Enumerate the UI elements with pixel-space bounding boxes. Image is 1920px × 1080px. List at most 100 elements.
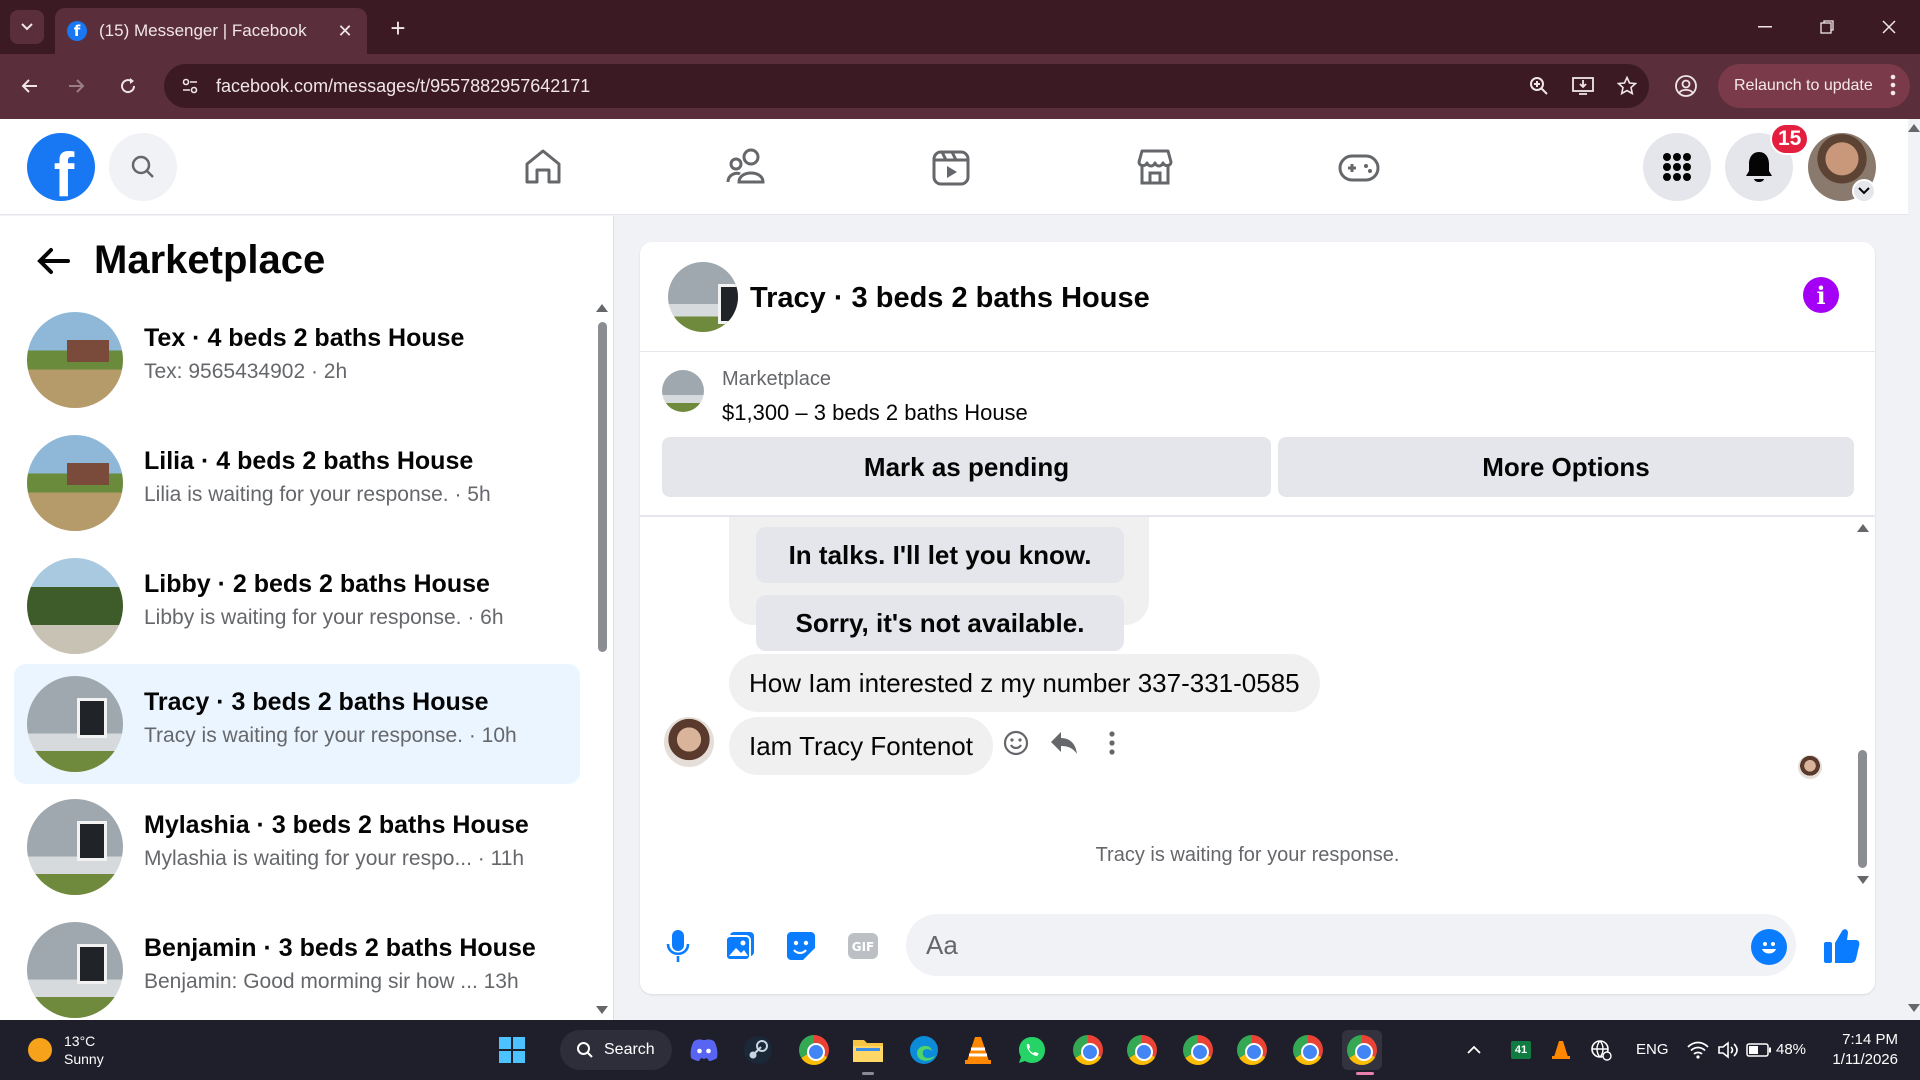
forward-button[interactable] (58, 68, 94, 104)
conversation-name: Tracy · 3 beds 2 baths House (144, 688, 489, 716)
chat-scroll-up-arrow-icon[interactable] (1857, 524, 1869, 532)
mark-as-pending-button[interactable]: Mark as pending (662, 437, 1271, 497)
windows-logo-icon (499, 1037, 525, 1063)
chrome-icon (1293, 1035, 1323, 1065)
conversation-item-lilia[interactable]: Lilia · 4 beds 2 baths House Lilia is wa… (14, 423, 580, 543)
language-indicator[interactable]: ENG (1636, 1041, 1669, 1058)
close-window-button[interactable] (1864, 8, 1914, 46)
file-explorer-app[interactable] (848, 1030, 888, 1070)
emoji-icon (1762, 942, 1776, 954)
message-bubble[interactable]: How Iam interested z my number 337-331-0… (729, 654, 1320, 712)
browser-profile-button[interactable] (1668, 68, 1704, 104)
start-button[interactable] (492, 1030, 532, 1070)
page-scroll-down-arrow-icon[interactable] (1908, 1004, 1920, 1012)
back-button[interactable] (12, 68, 48, 104)
vlc-app[interactable] (958, 1030, 998, 1070)
send-like-button[interactable] (1820, 924, 1864, 968)
conversation-item-benjamin[interactable]: Benjamin · 3 beds 2 baths House Benjamin… (14, 910, 580, 1030)
nav-video[interactable] (927, 143, 975, 191)
tab-search-button[interactable] (10, 10, 44, 44)
taskbar-search-label: Search (604, 1041, 655, 1058)
menu-button[interactable] (1643, 133, 1711, 201)
nav-gaming[interactable] (1335, 143, 1383, 191)
listing-title[interactable]: $1,300 – 3 beds 2 baths House (722, 400, 1028, 426)
message-bubble[interactable]: Iam Tracy Fontenot (729, 717, 993, 775)
chrome-profile-app[interactable] (1122, 1030, 1162, 1070)
reload-button[interactable] (110, 68, 146, 104)
reply-button[interactable] (1046, 725, 1082, 761)
gif-button[interactable]: GIF (843, 926, 883, 966)
weather-widget[interactable]: 13°C Sunny (28, 1032, 104, 1068)
minimize-button[interactable] (1740, 8, 1790, 46)
chat-scrollbar[interactable] (1858, 750, 1867, 868)
steam-app[interactable] (738, 1030, 778, 1070)
vlc-tray[interactable] (1548, 1030, 1574, 1070)
folder-icon (853, 1040, 883, 1062)
edge-app[interactable] (904, 1030, 944, 1070)
battery-status[interactable] (1744, 1030, 1774, 1070)
listing-thumbnail (27, 312, 123, 408)
install-app-button[interactable] (1561, 64, 1605, 108)
whatsapp-app[interactable] (1012, 1030, 1052, 1070)
clock-date: 1/11/2026 (1832, 1051, 1898, 1068)
site-info-icon[interactable] (180, 76, 200, 96)
message-input[interactable] (906, 914, 1796, 976)
tray-app-badge[interactable]: 41 (1508, 1030, 1534, 1070)
network-settings-tray[interactable] (1588, 1030, 1614, 1070)
bookmark-button[interactable] (1605, 64, 1649, 108)
conversation-item-tex[interactable]: Tex · 4 beds 2 baths House Tex: 95654349… (14, 300, 580, 420)
conversation-item-libby[interactable]: Libby · 2 beds 2 baths House Libby is wa… (14, 546, 580, 666)
conversation-item-tracy[interactable]: Tracy · 3 beds 2 baths House Tracy is wa… (14, 664, 580, 784)
more-actions-button[interactable] (1094, 725, 1130, 761)
zoom-button[interactable] (1517, 64, 1561, 108)
show-hidden-icons-button[interactable] (1462, 1030, 1486, 1070)
browser-tab-messenger[interactable]: f (15) Messenger | Facebook ✕ (55, 8, 367, 54)
tab-close-icon[interactable]: ✕ (331, 21, 359, 42)
sender-avatar[interactable] (664, 717, 714, 767)
zoom-icon (1530, 77, 1548, 95)
quick-reply-not-available[interactable]: Sorry, it's not available. (756, 595, 1124, 651)
facebook-logo-icon[interactable]: f (27, 133, 95, 201)
relaunch-to-update-button[interactable]: Relaunch to update (1718, 64, 1910, 108)
back-arrow-icon[interactable] (36, 246, 70, 276)
chat-scroll-down-arrow-icon[interactable] (1857, 876, 1869, 884)
conversation-info-icon[interactable]: i (1803, 277, 1839, 313)
sticker-button[interactable] (781, 926, 821, 966)
emoji-button[interactable] (1751, 929, 1787, 965)
volume-status[interactable] (1714, 1030, 1742, 1070)
nav-home[interactable] (519, 143, 567, 191)
nav-friends[interactable] (723, 143, 771, 191)
chat-title[interactable]: Tracy · 3 beds 2 baths House (750, 282, 1150, 315)
conversation-name: Benjamin · 3 beds 2 baths House (144, 934, 536, 962)
account-menu-chevron-icon[interactable] (1852, 179, 1876, 203)
restore-button[interactable] (1802, 8, 1852, 46)
system-clock[interactable]: 7:14 PM 1/11/2026 (1818, 1030, 1898, 1070)
conversation-list-scrollbar[interactable] (598, 322, 607, 652)
scroll-down-arrow-icon[interactable] (596, 1006, 608, 1014)
chat-listing-avatar[interactable] (668, 262, 738, 332)
quick-reply-in-talks[interactable]: In talks. I'll let you know. (756, 527, 1124, 583)
nav-marketplace[interactable] (1131, 143, 1179, 191)
message-composer: GIF (640, 902, 1875, 994)
chrome-profile-app-active[interactable] (1342, 1030, 1382, 1070)
attach-photo-button[interactable] (720, 926, 760, 966)
chrome-app[interactable] (794, 1030, 834, 1070)
address-bar[interactable]: facebook.com/messages/t/9557882957642171 (164, 64, 1649, 108)
new-tab-button[interactable]: + (380, 10, 416, 46)
wifi-status[interactable] (1684, 1030, 1712, 1070)
voice-clip-button[interactable] (658, 926, 698, 966)
conversation-item-mylashia[interactable]: Mylashia · 3 beds 2 baths House Mylashia… (14, 787, 580, 907)
conversation-name: Libby · 2 beds 2 baths House (144, 570, 490, 598)
chrome-profile-app[interactable] (1288, 1030, 1328, 1070)
chrome-profile-app[interactable] (1068, 1030, 1108, 1070)
search-button[interactable] (109, 133, 177, 201)
page-scroll-up-arrow-icon[interactable] (1908, 124, 1920, 132)
listing-thumbnail (27, 676, 123, 772)
taskbar-search[interactable]: Search (560, 1030, 672, 1070)
react-button[interactable] (998, 725, 1034, 761)
more-options-button[interactable]: More Options (1278, 437, 1854, 497)
scroll-up-arrow-icon[interactable] (596, 304, 608, 312)
discord-app[interactable] (684, 1030, 724, 1070)
chrome-profile-app[interactable] (1178, 1030, 1218, 1070)
chrome-profile-app[interactable] (1232, 1030, 1272, 1070)
